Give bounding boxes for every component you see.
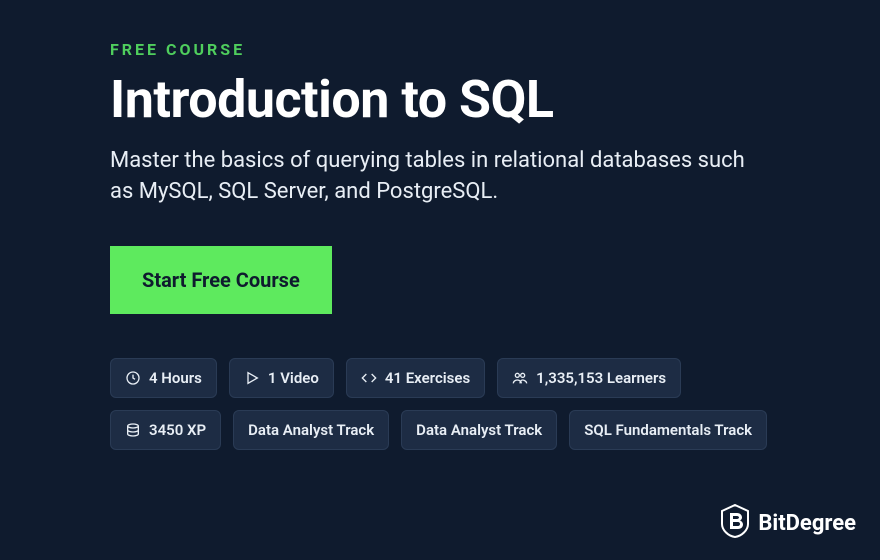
brand-logo-icon bbox=[720, 504, 750, 542]
xp-icon bbox=[125, 422, 141, 438]
track-chip[interactable]: Data Analyst Track bbox=[233, 410, 389, 450]
play-icon bbox=[244, 370, 260, 386]
chip-label: 3450 XP bbox=[149, 421, 206, 439]
clock-icon bbox=[125, 370, 141, 386]
hours-chip: 4 Hours bbox=[110, 358, 217, 398]
chip-label: SQL Fundamentals Track bbox=[584, 421, 752, 439]
course-title: Introduction to SQL bbox=[110, 71, 830, 128]
learners-chip: 1,335,153 Learners bbox=[497, 358, 681, 398]
course-eyebrow: FREE COURSE bbox=[110, 40, 830, 59]
code-icon bbox=[361, 370, 377, 386]
chip-label: Data Analyst Track bbox=[248, 421, 374, 439]
brand-name: BitDegree bbox=[758, 511, 856, 536]
brand-watermark: BitDegree bbox=[720, 504, 856, 542]
xp-chip: 3450 XP bbox=[110, 410, 221, 450]
track-chip[interactable]: Data Analyst Track bbox=[401, 410, 557, 450]
start-course-button[interactable]: Start Free Course bbox=[110, 246, 332, 314]
chip-label: Data Analyst Track bbox=[416, 421, 542, 439]
video-chip: 1 Video bbox=[229, 358, 334, 398]
learners-icon bbox=[512, 370, 528, 386]
metadata-chips: 4 Hours 1 Video 41 Exercises 1,335,153 L… bbox=[110, 358, 770, 450]
chip-label: 4 Hours bbox=[149, 369, 202, 387]
chip-label: 1 Video bbox=[268, 369, 319, 387]
chip-label: 1,335,153 Learners bbox=[536, 369, 666, 387]
chip-label: 41 Exercises bbox=[385, 369, 470, 387]
course-description: Master the basics of querying tables in … bbox=[110, 146, 750, 208]
track-chip[interactable]: SQL Fundamentals Track bbox=[569, 410, 767, 450]
exercises-chip: 41 Exercises bbox=[346, 358, 485, 398]
